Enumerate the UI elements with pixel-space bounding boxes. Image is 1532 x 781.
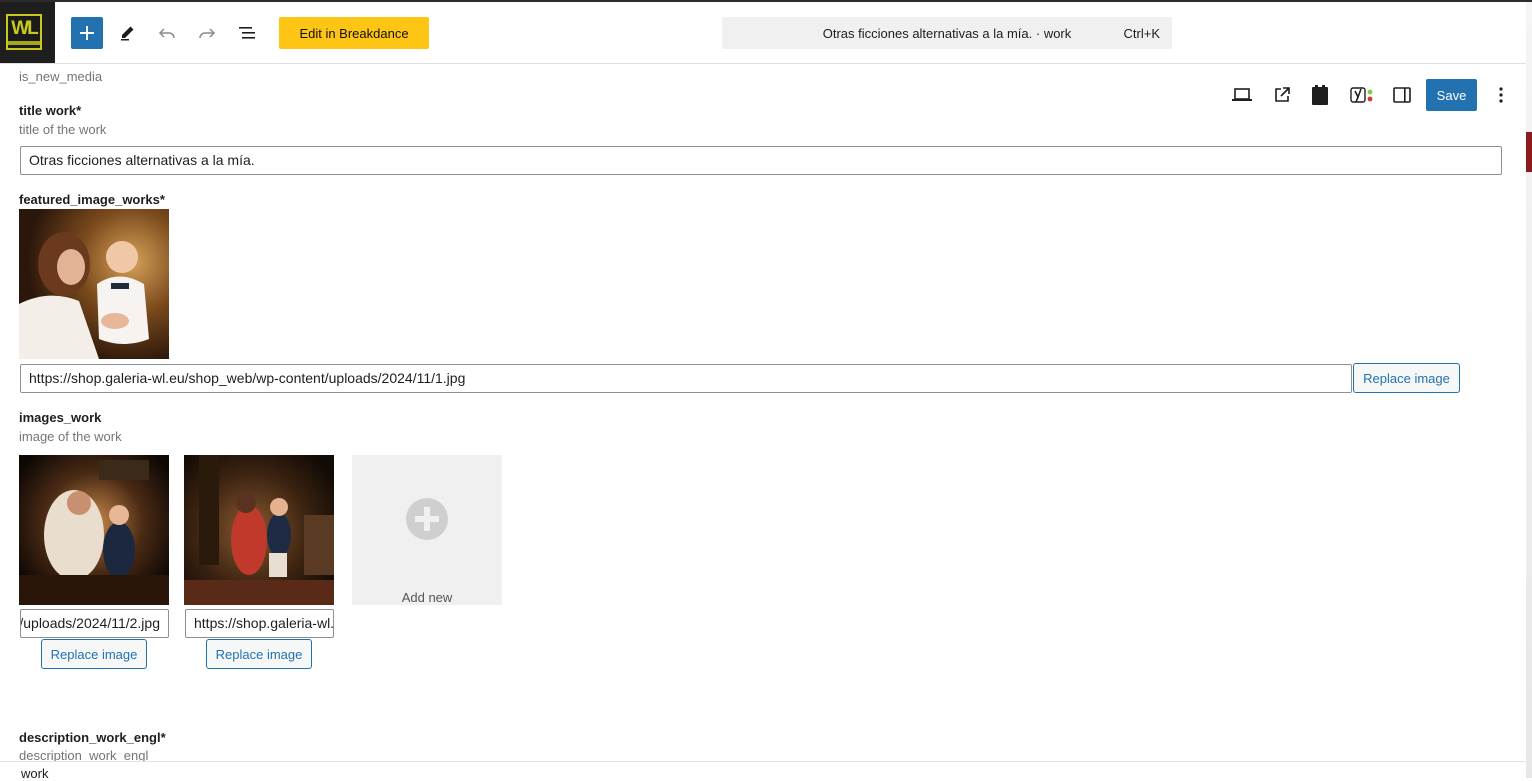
- redo-icon: [199, 28, 216, 39]
- featured-image-label: featured_image_works*: [19, 192, 165, 207]
- images-work-hint: image of the work: [19, 429, 122, 444]
- editor-header: WL Edit in Breakdance Otras ficciones al…: [0, 2, 1526, 64]
- save-button[interactable]: Save: [1426, 79, 1477, 111]
- view-post-button[interactable]: [1267, 79, 1297, 111]
- undo-icon: [158, 28, 175, 39]
- redo-button[interactable]: [191, 17, 223, 49]
- plus-icon: [80, 26, 94, 40]
- list-view-icon: [239, 27, 255, 39]
- featured-replace-image-button[interactable]: Replace image: [1353, 363, 1460, 393]
- plugin-button[interactable]: [1305, 79, 1335, 111]
- add-new-label: Add new: [401, 590, 453, 605]
- breadcrumb-item-work[interactable]: work: [21, 766, 48, 781]
- pencil-icon: [121, 26, 134, 41]
- images-work-label: images_work: [19, 410, 102, 425]
- document-overview-button[interactable]: [231, 17, 263, 49]
- gallery-image-2-url-input[interactable]: https://shop.galeria-wl.eu/shop_web/wp-c…: [185, 609, 334, 638]
- title-work-input[interactable]: Otras ficciones alternativas a la mía.: [20, 146, 1502, 175]
- sidebar-icon: [1393, 87, 1411, 103]
- description-work-engl-label: description_work_engl*: [19, 730, 166, 745]
- settings-sidebar-toggle[interactable]: [1387, 79, 1417, 111]
- clipboard-icon: [1312, 85, 1328, 105]
- gallery-image-1[interactable]: [19, 455, 169, 605]
- more-vertical-icon: [1499, 87, 1503, 103]
- logo-underline: [7, 41, 41, 45]
- plus-circle-icon: [406, 498, 448, 540]
- gallery-photo-2: [184, 455, 334, 605]
- yoast-seo-button[interactable]: [1346, 79, 1376, 111]
- gallery-photo-1: [19, 455, 169, 605]
- tools-button[interactable]: [111, 17, 143, 49]
- title-work-hint: title of the work: [19, 122, 107, 137]
- command-bar-title: Otras ficciones alternativas a la mía. ·…: [822, 26, 1072, 41]
- laptop-icon: [1232, 88, 1252, 101]
- edit-in-breakdance-button[interactable]: Edit in Breakdance: [279, 17, 429, 49]
- gallery-1-replace-image-button[interactable]: Replace image: [41, 639, 147, 669]
- featured-image-url-input[interactable]: https://shop.galeria-wl.eu/shop_web/wp-c…: [20, 364, 1352, 393]
- undo-button[interactable]: [151, 17, 183, 49]
- options-menu-button[interactable]: [1486, 79, 1516, 111]
- title-work-label: title work*: [19, 103, 82, 118]
- command-bar-shortcut: Ctrl+K: [1123, 26, 1160, 41]
- window-scroll-edge: [1526, 2, 1532, 778]
- yoast-icon: [1350, 87, 1373, 103]
- gallery-image-1-url-input[interactable]: https://shop.galeria-wl.eu/shop_web/wp-c…: [20, 609, 169, 638]
- site-logo[interactable]: WL: [0, 2, 55, 63]
- gallery-add-new[interactable]: Add new: [352, 455, 502, 605]
- gallery-image-2[interactable]: [184, 455, 334, 605]
- preview-button[interactable]: [1227, 79, 1257, 111]
- external-link-icon: [1275, 87, 1290, 102]
- command-palette-bar[interactable]: Otras ficciones alternativas a la mía. ·…: [722, 17, 1172, 49]
- gallery-2-replace-image-button[interactable]: Replace image: [206, 639, 312, 669]
- featured-image-preview[interactable]: [19, 209, 169, 359]
- block-breadcrumb-bar: work: [0, 761, 1526, 781]
- is-new-media-hint: is_new_media: [19, 69, 103, 84]
- add-block-button[interactable]: [71, 17, 103, 49]
- featured-photo: [19, 209, 169, 359]
